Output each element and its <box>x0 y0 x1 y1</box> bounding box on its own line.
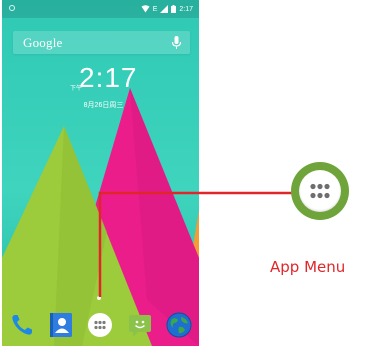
app-menu-label: App Menu <box>270 258 346 276</box>
app-menu-callout-icon-face <box>299 170 341 212</box>
screenshot-canvas: E 2:17 Google 下午 2:17 8月26日周三 App Menu <box>0 0 381 347</box>
app-menu-callout-icon <box>291 162 349 220</box>
grid-dots-icon <box>310 183 330 199</box>
